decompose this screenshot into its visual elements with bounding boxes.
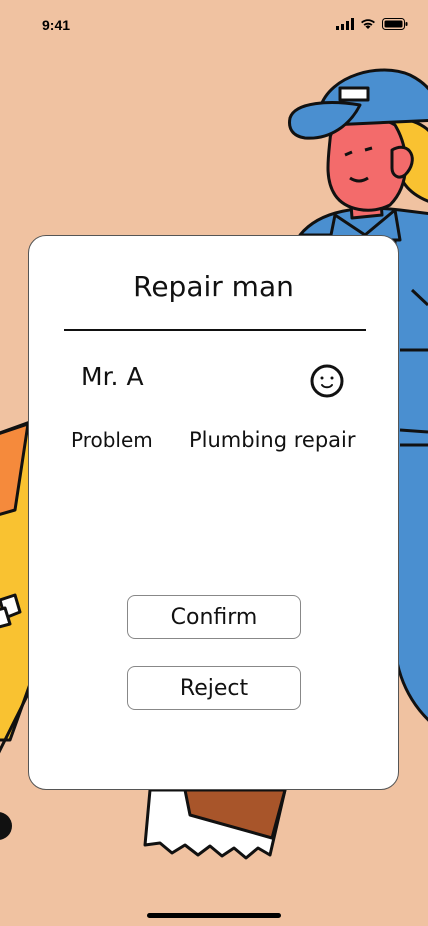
bottom-item-illustration [143,788,287,860]
repair-request-card: Repair man Mr. A Problem Plumbing repair… [28,235,399,790]
battery-icon [382,18,408,30]
status-time: 9:41 [42,17,71,33]
signal-icon [336,18,354,30]
title-divider [64,329,366,331]
wheel-shape [0,812,12,840]
problem-label: Problem [71,428,153,452]
wifi-icon [361,19,375,29]
status-bar: 9:41 [0,0,428,50]
status-icons [336,18,408,30]
smile-icon [310,364,344,398]
card-title: Repair man [133,270,294,303]
confirm-button[interactable]: Confirm [127,595,301,639]
home-indicator[interactable] [147,913,281,918]
customer-name: Mr. A [81,362,144,391]
problem-value: Plumbing repair [189,428,356,452]
reject-button[interactable]: Reject [127,666,301,710]
